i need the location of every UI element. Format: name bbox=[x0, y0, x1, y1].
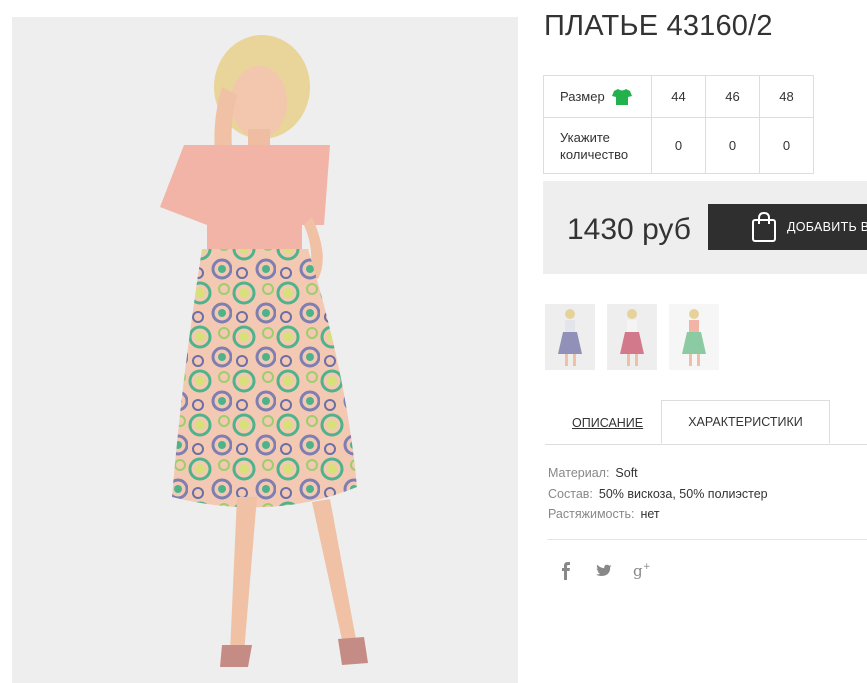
google-plus-icon[interactable]: g + bbox=[633, 561, 653, 579]
add-to-cart-label: ДОБАВИТЬ В bbox=[787, 220, 867, 234]
size-option-46[interactable]: 46 bbox=[705, 75, 760, 118]
quantity-label: Укажите количество bbox=[543, 117, 652, 174]
spec-row-composition: Состав: 50% вискоза, 50% полиэстер bbox=[548, 484, 768, 505]
spec-value: нет bbox=[640, 507, 660, 521]
spec-row-stretch: Растяжимость: нет bbox=[548, 504, 768, 525]
spec-key: Состав: bbox=[548, 486, 593, 501]
add-to-cart-button[interactable]: ДОБАВИТЬ В bbox=[708, 204, 867, 250]
tabs-baseline bbox=[545, 444, 867, 445]
facebook-icon[interactable] bbox=[560, 562, 572, 580]
main-product-image[interactable] bbox=[12, 17, 518, 683]
size-label-cell: Размер bbox=[543, 75, 652, 118]
quantity-input-48[interactable]: 0 bbox=[759, 117, 814, 174]
spec-key: Растяжимость: bbox=[548, 507, 635, 521]
size-option-44[interactable]: 44 bbox=[651, 75, 706, 118]
spec-value: Soft bbox=[615, 466, 638, 480]
twitter-icon[interactable] bbox=[596, 564, 612, 578]
product-price: 1430 руб bbox=[567, 213, 691, 246]
size-label: Размер bbox=[560, 89, 605, 104]
spec-value: 50% вискоза, 50% полиэстер bbox=[598, 486, 768, 501]
thumbnail-3[interactable] bbox=[669, 304, 719, 370]
quantity-input-46[interactable]: 0 bbox=[705, 117, 760, 174]
tab-specifications[interactable]: ХАРАКТЕРИСТИКИ bbox=[661, 400, 830, 444]
svg-text:g: g bbox=[633, 562, 643, 579]
quantity-row: Укажите количество 0 0 0 bbox=[543, 117, 814, 174]
svg-text:+: + bbox=[643, 562, 651, 572]
tab-description[interactable]: ОПИСАНИЕ bbox=[572, 416, 643, 430]
spec-row-material: Материал: Soft bbox=[548, 463, 768, 484]
divider bbox=[547, 539, 867, 540]
t-shirt-icon[interactable] bbox=[611, 88, 632, 106]
product-title: ПЛАТЬЕ 43160/2 bbox=[544, 10, 773, 42]
price-panel: 1430 руб ДОБАВИТЬ В bbox=[543, 181, 867, 274]
size-row: Размер 44 46 48 bbox=[543, 75, 814, 118]
size-quantity-table: Размер 44 46 48 Укажите количество 0 0 0 bbox=[543, 75, 814, 174]
spec-key: Материал: bbox=[548, 466, 610, 480]
shopping-bag-icon bbox=[751, 211, 777, 243]
size-option-48[interactable]: 48 bbox=[759, 75, 814, 118]
specifications-list: Материал: Soft Состав: 50% вискоза, 50% по… bbox=[548, 463, 768, 525]
product-tabs: ОПИСАНИЕ ХАРАКТЕРИСТИКИ bbox=[545, 400, 867, 445]
quantity-input-44[interactable]: 0 bbox=[651, 117, 706, 174]
thumbnail-1[interactable] bbox=[545, 304, 595, 370]
thumbnail-2[interactable] bbox=[607, 304, 657, 370]
